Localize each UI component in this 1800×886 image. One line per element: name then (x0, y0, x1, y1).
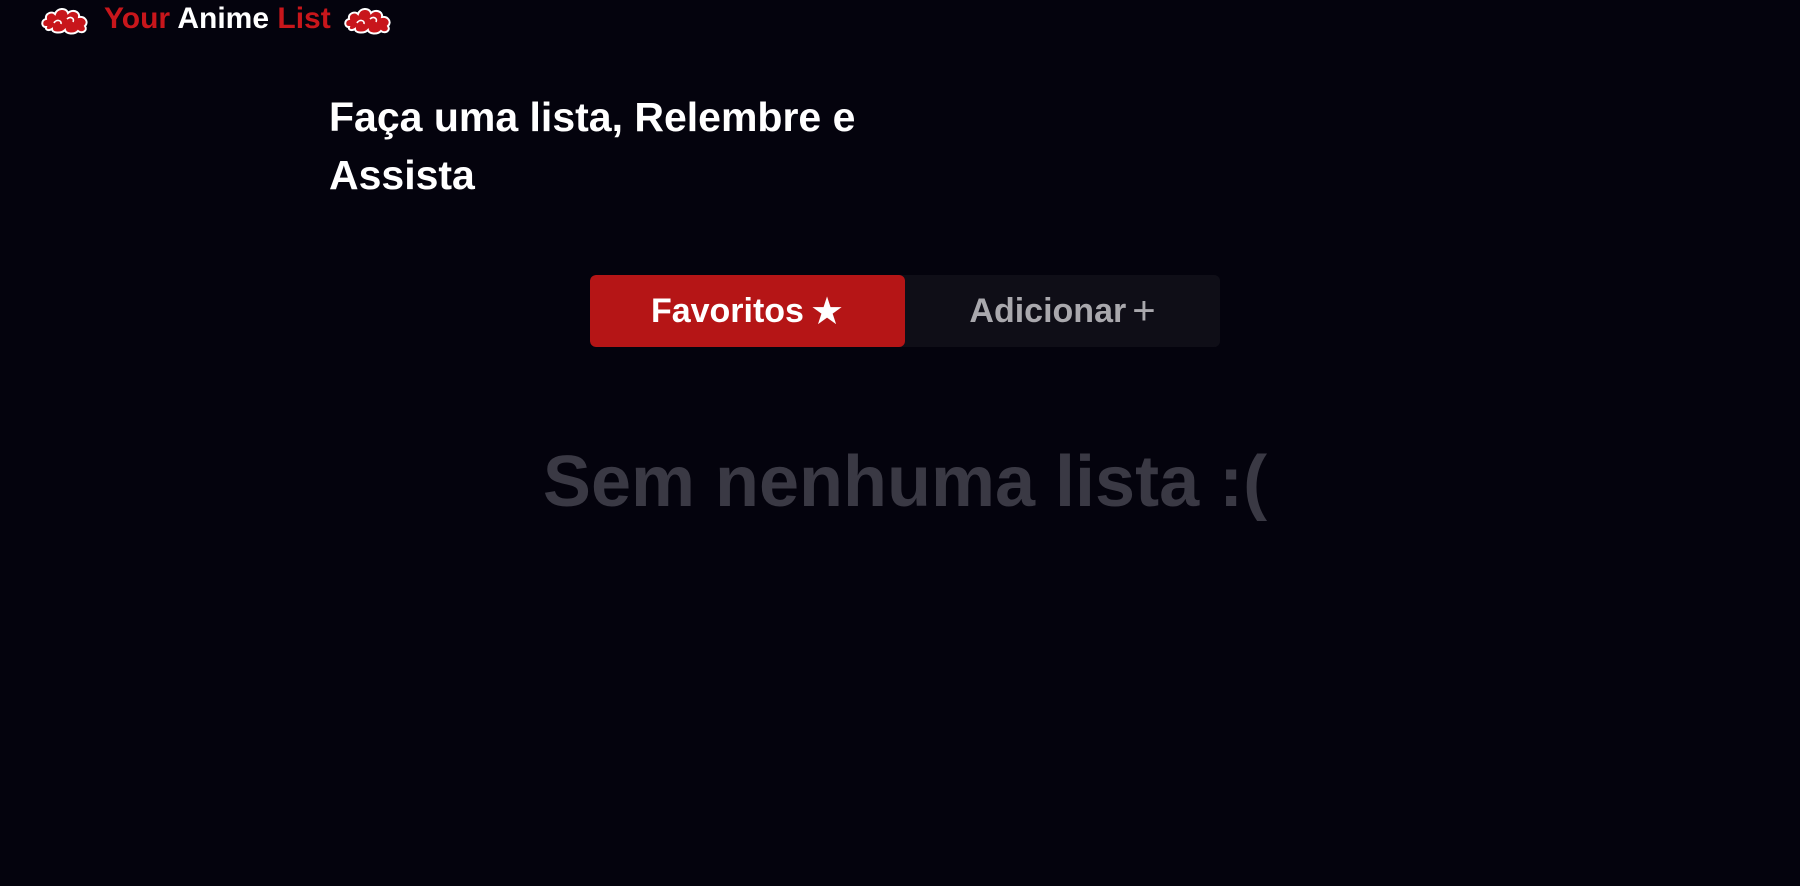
akatsuki-cloud-icon (41, 8, 88, 35)
site-logo[interactable]: Your Anime List (104, 1, 331, 37)
tab-adicionar[interactable]: Adicionar + (905, 275, 1220, 347)
star-icon: ★ (809, 290, 845, 333)
akatsuki-cloud-icon (343, 8, 391, 35)
headline-line-1: Faça uma lista, Relembre e (329, 94, 856, 140)
page: Your Anime List Faça uma lista, Relembre… (0, 0, 1800, 886)
plus-icon: + (1132, 288, 1156, 333)
site-header: Your Anime List (40, 0, 395, 38)
tab-favoritos[interactable]: Favoritos ★ (590, 275, 905, 347)
logo-word-list: List (277, 2, 331, 35)
list-tabs: Favoritos ★ Adicionar + (590, 275, 1220, 347)
logo-word-your: Your (104, 2, 171, 35)
headline-line-2: Assista (329, 152, 475, 198)
empty-list-message: Sem nenhuma lista :( (542, 442, 1268, 522)
logo-word-anime: Anime (177, 2, 270, 35)
tab-favoritos-label: Favoritos (650, 291, 804, 330)
hero-headline: Faça uma lista, Relembre e Assista (329, 88, 929, 204)
tab-adicionar-label: Adicionar (969, 291, 1127, 330)
